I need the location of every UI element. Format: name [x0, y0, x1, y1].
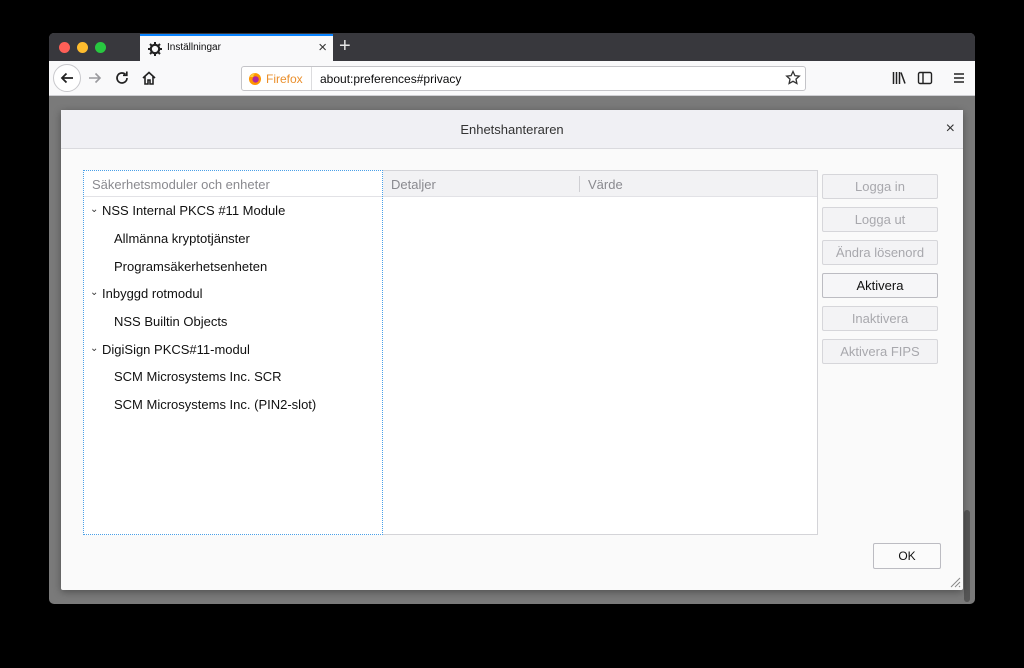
- tree-item-label: SCM Microsystems Inc. (PIN2-slot): [114, 397, 317, 413]
- login-button[interactable]: Logga in: [822, 174, 938, 199]
- identity-box[interactable]: Firefox: [242, 67, 312, 90]
- bookmark-star-icon[interactable]: [785, 70, 801, 86]
- reload-button[interactable]: [109, 65, 135, 91]
- close-tab-icon[interactable]: ×: [318, 39, 327, 57]
- dialog-close-icon[interactable]: ×: [946, 120, 955, 138]
- gear-icon: [148, 42, 162, 56]
- new-tab-icon[interactable]: +: [339, 34, 351, 58]
- dialog-title: Enhetshanteraren: [460, 122, 564, 137]
- tree-item[interactable]: ⌄ DigiSign PKCS#11-modul: [84, 335, 382, 363]
- chevron-down-icon[interactable]: ⌄: [90, 343, 100, 354]
- enable-fips-button[interactable]: Aktivera FIPS: [822, 339, 938, 364]
- page-scrollbar[interactable]: [964, 510, 970, 602]
- identity-label: Firefox: [266, 71, 303, 86]
- change-password-button[interactable]: Ändra lösenord: [822, 240, 938, 265]
- library-button[interactable]: [886, 65, 912, 91]
- window-close-button[interactable]: [59, 42, 70, 53]
- ok-button[interactable]: OK: [873, 543, 941, 569]
- logout-button[interactable]: Logga ut: [822, 207, 938, 232]
- security-modules-tree[interactable]: Säkerhetsmoduler och enheter ⌄ NSS Inter…: [83, 170, 383, 535]
- tree-item[interactable]: ⌄ NSS Internal PKCS #11 Module: [84, 197, 382, 225]
- device-manager-dialog: Enhetshanteraren × Säkerhetsmoduler och …: [61, 110, 963, 590]
- home-icon: [142, 71, 156, 85]
- disable-button[interactable]: Inaktivera: [822, 306, 938, 331]
- tree-item[interactable]: NSS Builtin Objects: [84, 308, 382, 336]
- tree-item-label: Inbyggd rotmodul: [102, 286, 203, 302]
- tree-item[interactable]: Programsäkerhetsenheten: [84, 252, 382, 280]
- tree-item[interactable]: Allmänna kryptotjänster: [84, 225, 382, 253]
- window-minimize-button[interactable]: [77, 42, 88, 53]
- details-header: Detaljer Värde: [383, 171, 817, 197]
- column-header-details[interactable]: Detaljer: [391, 177, 436, 192]
- enable-button[interactable]: Aktivera: [822, 273, 938, 298]
- tab-strip: Inställningar × +: [49, 33, 975, 62]
- tree-item[interactable]: SCM Microsystems Inc. SCR: [84, 363, 382, 391]
- back-button[interactable]: [53, 64, 81, 92]
- tree-item-label: NSS Builtin Objects: [114, 314, 228, 330]
- tree-item-label: Programsäkerhetsenheten: [114, 258, 268, 274]
- reload-icon: [116, 71, 128, 84]
- sidebar-icon: [917, 71, 933, 85]
- sidebar-button[interactable]: [912, 65, 938, 91]
- chevron-down-icon[interactable]: ⌄: [90, 287, 100, 298]
- tree-item-label: NSS Internal PKCS #11 Module: [102, 203, 286, 219]
- tree-item[interactable]: ⌄ Inbyggd rotmodul: [84, 280, 382, 308]
- nav-bar: Firefox about:preferences#privacy: [49, 61, 975, 96]
- dialog-titlebar: Enhetshanteraren ×: [61, 110, 963, 149]
- tree-item-label: SCM Microsystems Inc. SCR: [114, 369, 282, 385]
- home-button[interactable]: [136, 65, 162, 91]
- details-table[interactable]: Detaljer Värde: [383, 170, 818, 535]
- firefox-icon: [249, 72, 261, 85]
- tree-item-label: DigiSign PKCS#11-modul: [102, 341, 250, 357]
- resize-grip-icon[interactable]: [949, 576, 961, 588]
- tab-settings[interactable]: Inställningar ×: [140, 34, 333, 62]
- back-arrow-icon: [60, 72, 73, 84]
- column-separator[interactable]: [579, 176, 580, 192]
- hamburger-menu-icon: [954, 73, 964, 83]
- menu-button[interactable]: [946, 65, 972, 91]
- tab-title: Inställningar: [167, 42, 221, 53]
- library-icon: [892, 72, 906, 84]
- tree-item[interactable]: SCM Microsystems Inc. (PIN2-slot): [84, 391, 382, 419]
- forward-button[interactable]: [82, 65, 108, 91]
- chevron-down-icon[interactable]: ⌄: [90, 204, 100, 215]
- url-bar[interactable]: Firefox about:preferences#privacy: [241, 66, 806, 91]
- forward-arrow-icon: [89, 72, 102, 84]
- tree-item-label: Allmänna kryptotjänster: [114, 231, 250, 247]
- column-header-value[interactable]: Värde: [588, 177, 623, 192]
- window-maximize-button[interactable]: [95, 42, 106, 53]
- url-text[interactable]: about:preferences#privacy: [320, 72, 461, 86]
- tree-column-header[interactable]: Säkerhetsmoduler och enheter: [84, 171, 382, 197]
